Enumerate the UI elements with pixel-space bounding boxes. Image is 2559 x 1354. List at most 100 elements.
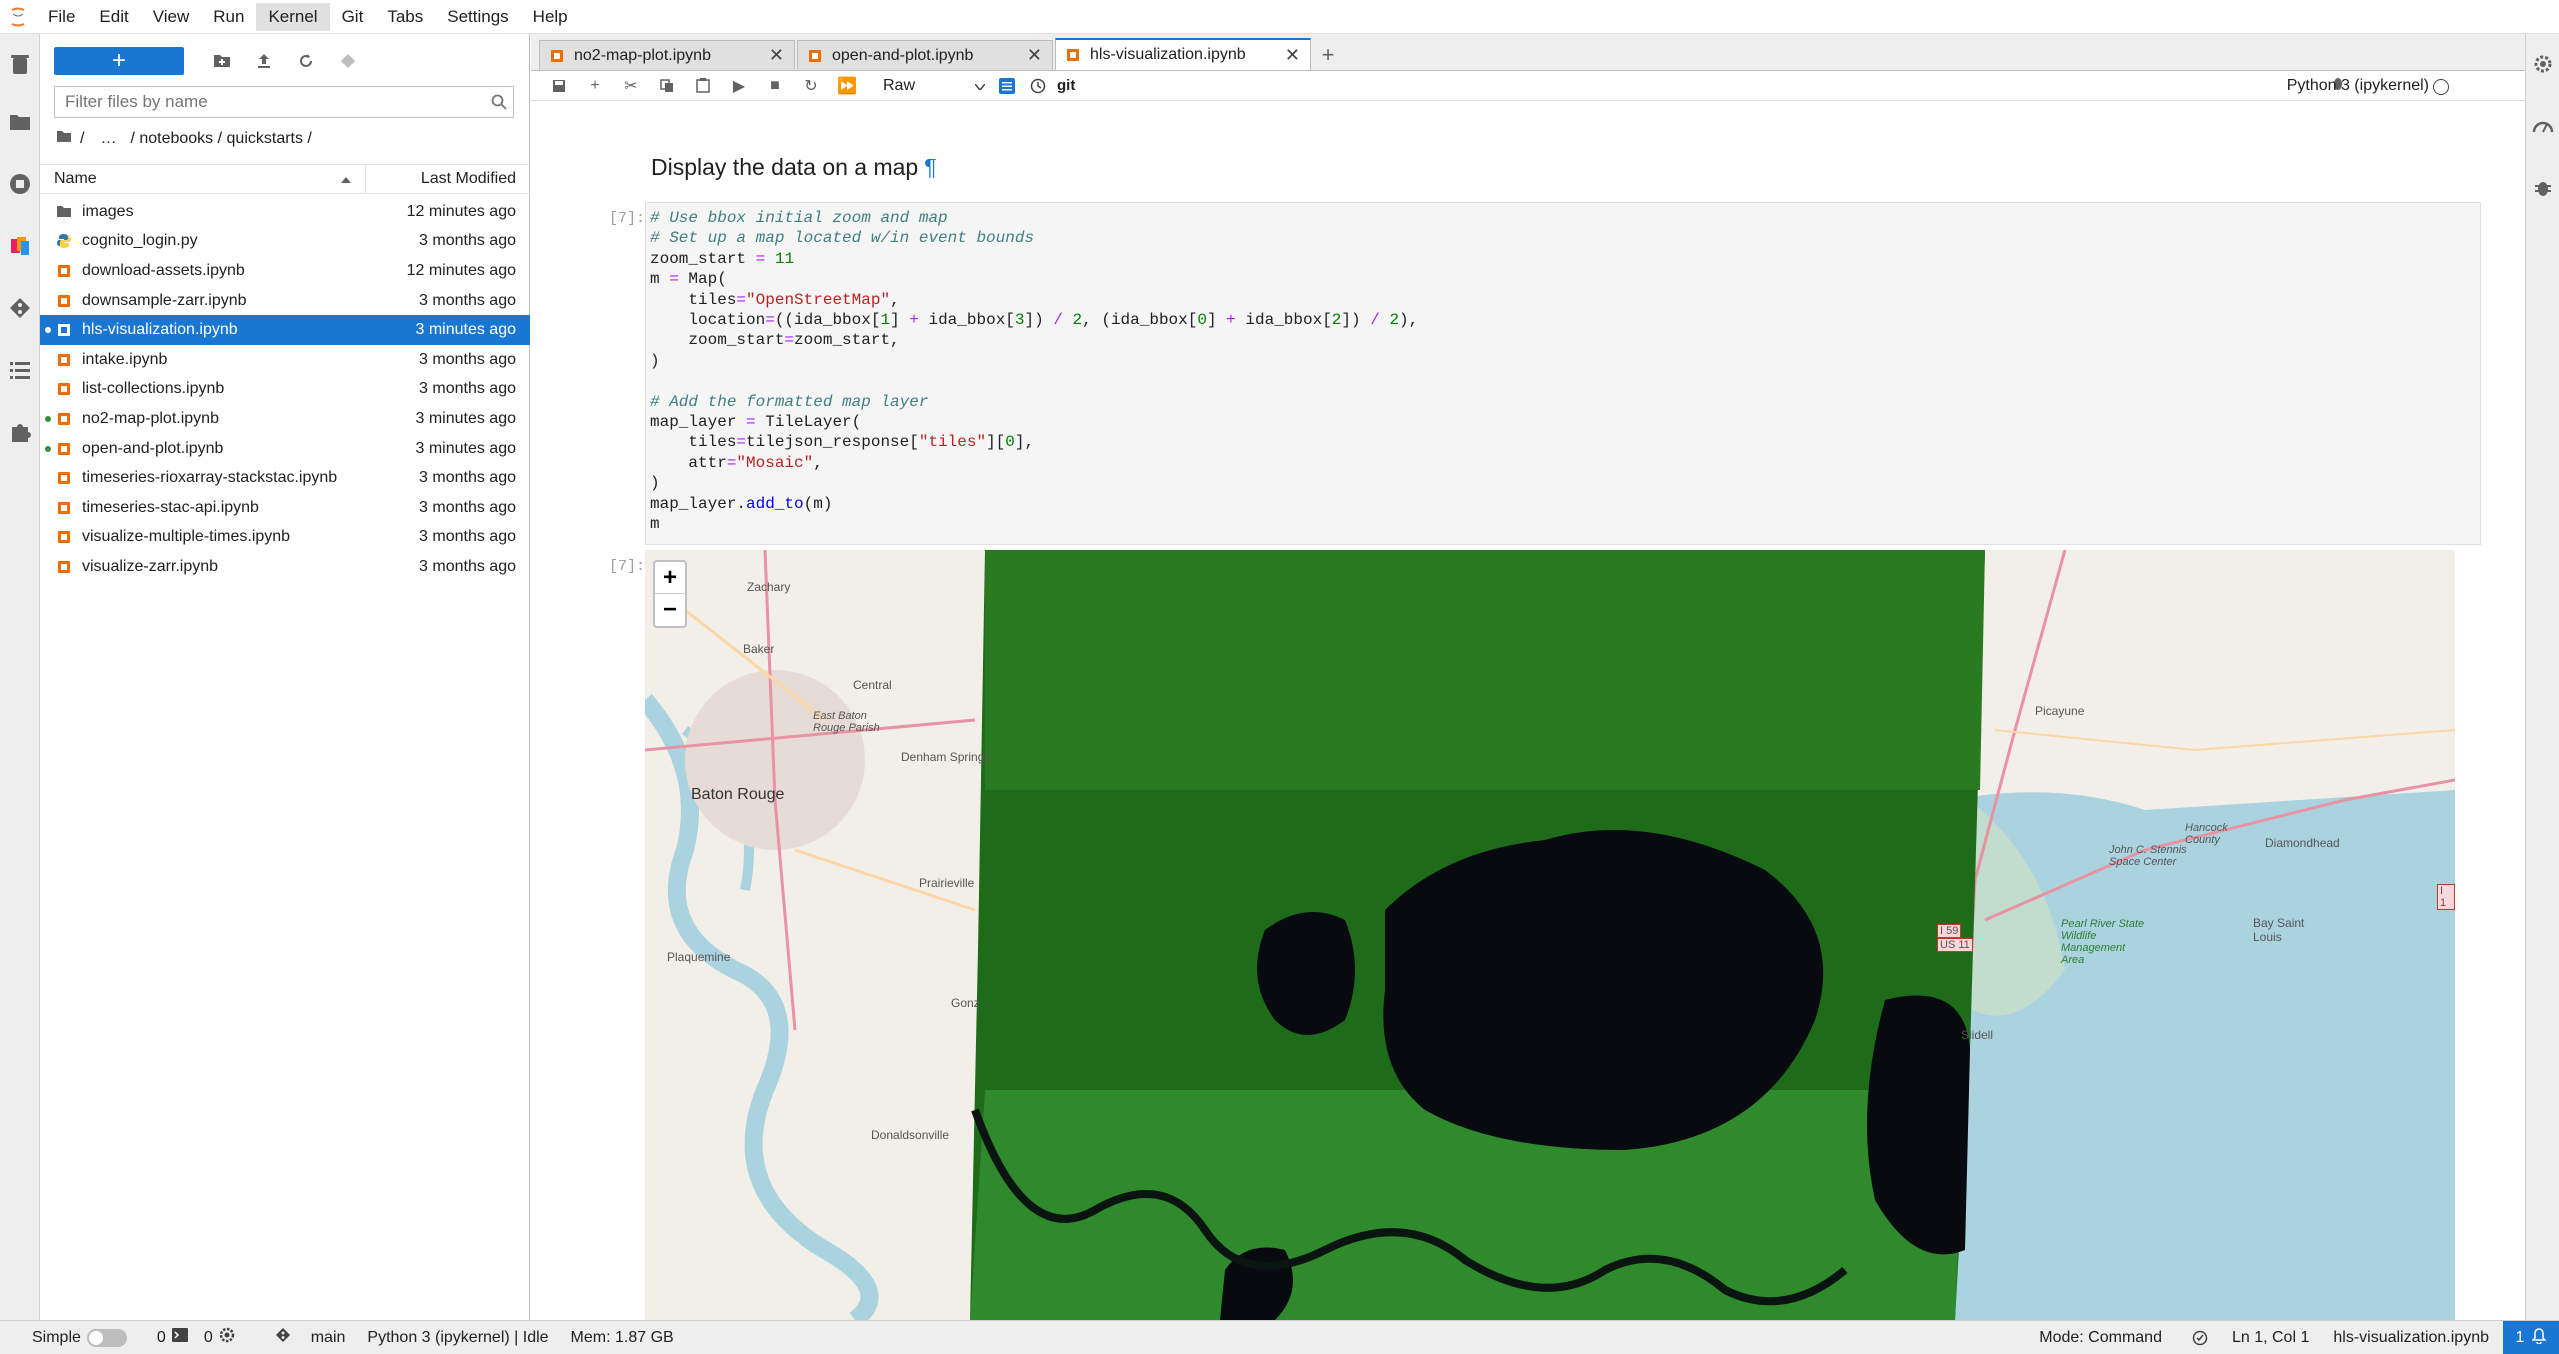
- extension-manager-icon[interactable]: [8, 420, 32, 444]
- kernel-status[interactable]: Python 3 (ipykernel) | Idle: [367, 1329, 548, 1347]
- heading-anchor-link[interactable]: ¶: [924, 154, 936, 180]
- notifications-button[interactable]: 1: [2503, 1321, 2559, 1354]
- file-list-item[interactable]: list-collections.ipynb 3 months ago: [40, 375, 530, 405]
- notebook-icon: [1066, 48, 1080, 62]
- paste-clipboard-icon[interactable]: [685, 73, 721, 99]
- file-list-item[interactable]: visualize-zarr.ipynb 3 months ago: [40, 552, 530, 582]
- notebook-toolbar: + ✂ ▶ ■ ↻ ⏩ Raw git Python 3 (ipykernel): [531, 71, 2525, 101]
- map-label: East Baton Rouge Parish: [813, 710, 880, 734]
- tab-no2-map-plot[interactable]: no2-map-plot.ipynb ✕: [539, 40, 795, 70]
- git-icon[interactable]: [8, 296, 32, 320]
- file-browser: + / … / notebooks / quickstarts / Name: [40, 34, 530, 1320]
- modified-column-header[interactable]: Last Modified: [366, 170, 530, 188]
- notebook-icon: [550, 49, 564, 63]
- breadcrumb-root[interactable]: /: [80, 130, 84, 148]
- breadcrumb-home-folder-icon[interactable]: [56, 130, 72, 148]
- tab-open-and-plot[interactable]: open-and-plot.ipynb ✕: [797, 40, 1053, 70]
- run-play-icon[interactable]: ▶: [721, 73, 757, 99]
- name-column-header[interactable]: Name: [40, 165, 366, 193]
- file-list-item[interactable]: download-assets.ipynb 12 minutes ago: [40, 256, 530, 286]
- git-branch[interactable]: main: [275, 1327, 345, 1348]
- run-all-fast-forward-icon[interactable]: ⏩: [829, 73, 865, 99]
- tab-label: no2-map-plot.ipynb: [574, 46, 711, 64]
- close-icon[interactable]: ✕: [1027, 45, 1042, 66]
- save-icon[interactable]: [541, 73, 577, 99]
- menu-tabs[interactable]: Tabs: [375, 3, 435, 31]
- tab-hls-visualization[interactable]: hls-visualization.ipynb ✕: [1055, 38, 1311, 70]
- zoom-in-button[interactable]: +: [655, 562, 685, 594]
- git-clone-icon[interactable]: [330, 47, 366, 75]
- new-folder-icon[interactable]: [204, 47, 240, 75]
- menu-file[interactable]: File: [36, 3, 87, 31]
- file-list-item[interactable]: timeseries-rioxarray-stackstac.ipynb 3 mo…: [40, 463, 530, 493]
- file-list-item[interactable]: cognito_login.py 3 months ago: [40, 227, 530, 257]
- kernel-count[interactable]: 0: [204, 1327, 235, 1348]
- refresh-icon[interactable]: [288, 47, 324, 75]
- debugger-bug-icon[interactable]: [2531, 176, 2555, 200]
- insert-cell-plus-icon[interactable]: +: [577, 73, 613, 99]
- cut-scissors-icon[interactable]: ✂: [613, 73, 649, 99]
- menu-help[interactable]: Help: [521, 3, 580, 31]
- search-icon: [485, 94, 513, 110]
- resource-usage-gauge-icon[interactable]: [2531, 114, 2555, 138]
- file-filter-input[interactable]: [65, 92, 485, 112]
- terminal-count[interactable]: 0: [157, 1328, 188, 1347]
- history-clock-icon[interactable]: [1025, 73, 1051, 99]
- notebook-mode[interactable]: Mode: Command: [2039, 1329, 2162, 1347]
- menu-kernel[interactable]: Kernel: [256, 2, 330, 31]
- menu-git[interactable]: Git: [330, 3, 376, 31]
- file-name: images: [82, 202, 134, 220]
- toggle-switch[interactable]: [86, 1328, 127, 1347]
- new-launcher-button[interactable]: +: [54, 47, 184, 75]
- running-sessions-icon[interactable]: [8, 172, 32, 196]
- file-list-item[interactable]: visualize-multiple-times.ipynb 3 months a…: [40, 523, 530, 553]
- code-cell-editor[interactable]: # Use bbox initial zoom and map # Set up…: [645, 202, 2481, 545]
- menu-view[interactable]: View: [141, 3, 202, 31]
- stop-square-icon[interactable]: ■: [757, 73, 793, 99]
- file-list-item[interactable]: downsample-zarr.ipynb 3 months ago: [40, 286, 530, 316]
- file-list-item[interactable]: images 12 minutes ago: [40, 197, 530, 227]
- table-of-contents-icon[interactable]: [8, 358, 32, 382]
- file-list-item[interactable]: no2-map-plot.ipynb 3 minutes ago: [40, 404, 530, 434]
- breadcrumb-path[interactable]: / notebooks / quickstarts /: [130, 130, 311, 148]
- table-of-contents-toggle-icon[interactable]: [989, 73, 1025, 99]
- file-filter[interactable]: [54, 86, 514, 118]
- leaflet-map[interactable]: + − Zachary Baker Central East Baton Rou…: [645, 550, 2455, 1320]
- restart-kernel-icon[interactable]: ↻: [793, 73, 829, 99]
- upload-icon[interactable]: [246, 47, 282, 75]
- kernel-name[interactable]: Python 3 (ipykernel): [2287, 77, 2429, 95]
- simple-mode-toggle[interactable]: Simple: [32, 1328, 127, 1347]
- property-inspector-gear-icon[interactable]: [2531, 52, 2555, 76]
- close-icon[interactable]: ✕: [769, 45, 784, 66]
- menu-run[interactable]: Run: [201, 3, 256, 31]
- code-content: # Use bbox initial zoom and map # Set up…: [650, 209, 1419, 534]
- file-name: cognito_login.py: [82, 232, 198, 250]
- cell-type-select[interactable]: Raw: [879, 74, 989, 98]
- file-list-item[interactable]: open-and-plot.ipynb 3 minutes ago: [40, 434, 530, 464]
- file-list-item[interactable]: hls-visualization.ipynb 3 minutes ago: [40, 315, 530, 345]
- map-label: Pearl River State Wildlife Management Ar…: [2061, 918, 2145, 966]
- breadcrumb-ellipsis[interactable]: …: [100, 130, 116, 148]
- notebook-icon: [56, 500, 72, 516]
- file-name: timeseries-rioxarray-stackstac.ipynb: [82, 469, 338, 487]
- cursor-position[interactable]: Ln 1, Col 1: [2232, 1329, 2309, 1347]
- folder-icon[interactable]: [8, 110, 32, 134]
- map-label: Prairieville: [919, 876, 975, 890]
- menu-settings[interactable]: Settings: [435, 3, 520, 31]
- stac-extension-icon[interactable]: [8, 234, 32, 258]
- map-label: Gonz: [951, 996, 980, 1010]
- close-icon[interactable]: ✕: [1285, 45, 1300, 66]
- git-diff-button[interactable]: git: [1057, 77, 1075, 94]
- map-label: Bay Saint Louis: [2253, 916, 2305, 944]
- notebook-icon: [56, 411, 72, 427]
- trash-icon[interactable]: [8, 52, 32, 76]
- copy-icon[interactable]: [649, 73, 685, 99]
- file-list-item[interactable]: timeseries-stac-api.ipynb 3 months ago: [40, 493, 530, 523]
- trusted-shield-icon[interactable]: [2192, 1330, 2208, 1346]
- zoom-out-button[interactable]: −: [655, 594, 685, 626]
- file-modified: 3 months ago: [419, 528, 516, 546]
- menu-edit[interactable]: Edit: [87, 3, 140, 31]
- file-list-item[interactable]: intake.ipynb 3 months ago: [40, 345, 530, 375]
- new-tab-plus-icon[interactable]: +: [1313, 40, 1343, 70]
- map-label: Slidell: [1961, 1028, 1994, 1042]
